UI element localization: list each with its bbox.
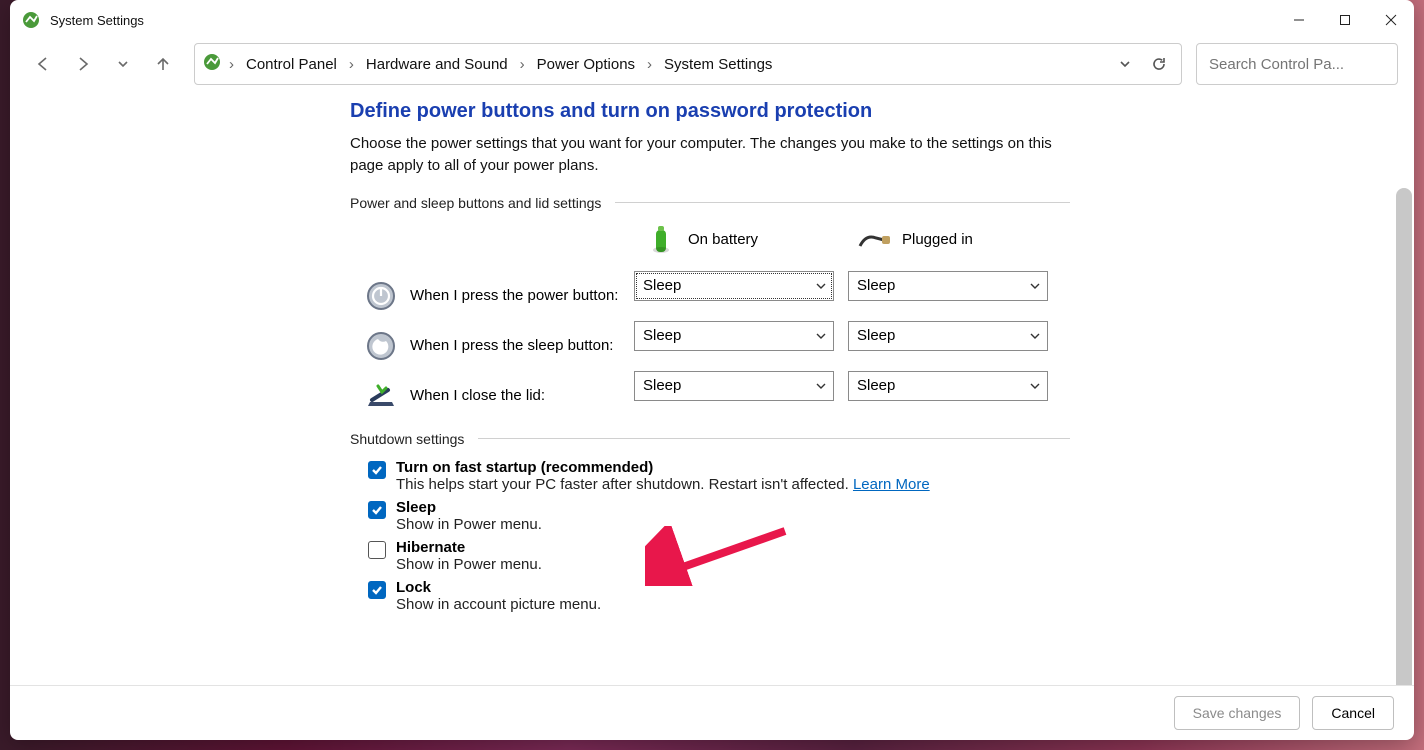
column-label: Plugged in [902, 231, 973, 248]
select-power-battery[interactable]: Sleep [634, 271, 834, 301]
chevron-down-icon [815, 280, 827, 292]
option-title: Hibernate [396, 539, 542, 556]
minimize-button[interactable] [1276, 0, 1322, 40]
address-dropdown-button[interactable] [1111, 50, 1139, 78]
option-title: Lock [396, 579, 601, 596]
power-grid: On battery Plugged in When I press the p… [350, 223, 1070, 421]
window-title: System Settings [50, 13, 144, 28]
up-button[interactable] [146, 47, 180, 81]
back-button[interactable] [26, 47, 60, 81]
close-button[interactable] [1368, 0, 1414, 40]
address-bar[interactable]: › Control Panel › Hardware and Sound › P… [194, 43, 1182, 85]
maximize-button[interactable] [1322, 0, 1368, 40]
select-value: Sleep [643, 277, 681, 294]
option-sleep: Sleep Show in Power menu. [368, 499, 1070, 533]
chevron-down-icon [1029, 380, 1041, 392]
chevron-right-icon: › [347, 56, 356, 73]
checkbox-sleep[interactable] [368, 501, 386, 519]
option-fast-startup: Turn on fast startup (recommended) This … [368, 459, 1070, 493]
breadcrumb-item[interactable]: Control Panel [242, 54, 341, 75]
select-value: Sleep [857, 327, 895, 344]
select-lid-battery[interactable]: Sleep [634, 371, 834, 401]
checkbox-hibernate[interactable] [368, 541, 386, 559]
row-label: When I press the sleep button: [410, 337, 613, 354]
forward-button[interactable] [66, 47, 100, 81]
chevron-down-icon [815, 330, 827, 342]
select-lid-plugged[interactable]: Sleep [848, 371, 1048, 401]
row-power-button: When I press the power button: [350, 272, 620, 320]
row-close-lid: When I close the lid: [350, 372, 620, 420]
battery-icon [644, 223, 678, 257]
save-changes-button[interactable]: Save changes [1174, 696, 1301, 730]
select-value: Sleep [857, 277, 895, 294]
chevron-right-icon: › [518, 56, 527, 73]
page-description: Choose the power settings that you want … [350, 133, 1070, 177]
chevron-down-icon [1029, 280, 1041, 292]
row-label: When I close the lid: [410, 387, 545, 404]
option-lock: Lock Show in account picture menu. [368, 579, 1070, 613]
group-label: Shutdown settings [350, 431, 464, 447]
sleep-icon [364, 329, 398, 363]
search-box[interactable] [1196, 43, 1398, 85]
breadcrumb-item[interactable]: System Settings [660, 54, 776, 75]
cancel-button[interactable]: Cancel [1312, 696, 1394, 730]
row-sleep-button: When I press the sleep button: [350, 322, 620, 370]
chevron-right-icon: › [645, 56, 654, 73]
settings-page: Define power buttons and turn on passwor… [350, 100, 1070, 615]
checkbox-fast-startup[interactable] [368, 461, 386, 479]
search-input[interactable] [1207, 55, 1410, 74]
option-subtitle: Show in Power menu. [396, 556, 542, 573]
select-sleep-battery[interactable]: Sleep [634, 321, 834, 351]
refresh-button[interactable] [1145, 50, 1173, 78]
select-value: Sleep [643, 377, 681, 394]
option-hibernate: Hibernate Show in Power menu. [368, 539, 1070, 573]
address-icon [203, 53, 221, 75]
laptop-lid-icon [364, 379, 398, 413]
column-label: On battery [688, 231, 758, 248]
content-area: Define power buttons and turn on passwor… [10, 88, 1414, 685]
checkbox-lock[interactable] [368, 581, 386, 599]
divider [615, 202, 1070, 203]
chevron-down-icon [815, 380, 827, 392]
select-power-plugged[interactable]: Sleep [848, 271, 1048, 301]
plug-icon [858, 223, 892, 257]
page-title: Define power buttons and turn on passwor… [350, 100, 1070, 123]
select-sleep-plugged[interactable]: Sleep [848, 321, 1048, 351]
select-value: Sleep [857, 377, 895, 394]
column-header-battery: On battery [634, 223, 834, 257]
option-subtitle: Show in Power menu. [396, 516, 542, 533]
group-label: Power and sleep buttons and lid settings [350, 195, 601, 211]
chevron-down-icon [1029, 330, 1041, 342]
breadcrumb-item[interactable]: Hardware and Sound [362, 54, 512, 75]
row-label: When I press the power button: [410, 287, 618, 304]
breadcrumb-item[interactable]: Power Options [533, 54, 639, 75]
titlebar: System Settings [10, 0, 1414, 40]
recent-locations-button[interactable] [106, 47, 140, 81]
group-header-shutdown: Shutdown settings [350, 431, 1070, 447]
option-subtitle: This helps start your PC faster after sh… [396, 476, 930, 493]
power-icon [364, 279, 398, 313]
option-subtitle: Show in account picture menu. [396, 596, 601, 613]
app-icon [22, 11, 40, 29]
option-title: Turn on fast startup (recommended) [396, 459, 930, 476]
scrollbar-thumb[interactable] [1396, 188, 1412, 685]
footer: Save changes Cancel [10, 685, 1414, 740]
window: System Settings › Control Panel › Hardwa… [10, 0, 1414, 740]
select-value: Sleep [643, 327, 681, 344]
learn-more-link[interactable]: Learn More [853, 476, 930, 493]
chevron-right-icon: › [227, 56, 236, 73]
divider [478, 438, 1070, 439]
column-header-plugged: Plugged in [848, 223, 1048, 257]
group-header-buttons: Power and sleep buttons and lid settings [350, 195, 1070, 211]
option-title: Sleep [396, 499, 542, 516]
toolbar: › Control Panel › Hardware and Sound › P… [10, 40, 1414, 88]
